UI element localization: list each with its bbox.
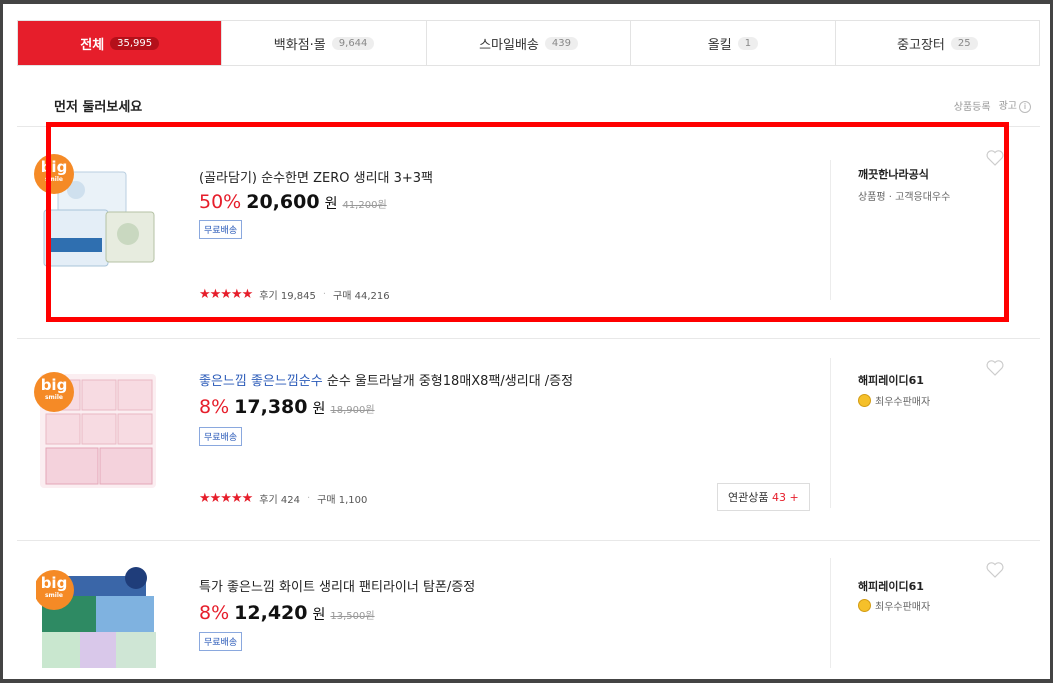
price-row: 50% 20,600 원 41,200원	[199, 191, 387, 213]
related-products-button[interactable]: 연관상품 43 +	[717, 483, 810, 511]
free-shipping-badge: 무료배송	[199, 632, 243, 651]
medal-icon	[858, 394, 871, 407]
tab-allkill[interactable]: 올킬 1	[631, 21, 836, 65]
big-smile-badge: big smile	[34, 372, 74, 412]
badge-text: big	[40, 376, 68, 394]
discount-rate: 8%	[199, 396, 230, 418]
seller-badge: 상품평 · 고객응대우수	[858, 188, 950, 203]
tab-label: 스마일배송	[479, 37, 539, 53]
free-shipping-badge: 무료배송	[199, 220, 243, 239]
separator-dot: ·	[322, 289, 327, 300]
big-smile-badge: big smile	[34, 154, 74, 194]
window-frame-left	[0, 0, 3, 683]
info-icon: i	[1019, 101, 1031, 113]
tab-label: 백화점·몰	[273, 37, 326, 53]
price-row: 8% 12,420 원 13,500원	[199, 602, 375, 624]
review-count[interactable]: 후기 424	[259, 491, 300, 506]
related-count: 43	[771, 491, 786, 504]
ad-label-text: 광고	[998, 101, 1017, 112]
category-tabs: 전체 35,995 백화점·몰 9,644 스마일배송 439 올킬 1 중고장…	[17, 20, 1040, 66]
title-highlight: 좋은느낌 좋은느낌순수	[199, 374, 323, 389]
seller-badge-text: 상품평 · 고객응대우수	[858, 192, 951, 203]
tab-count: 9,644	[331, 36, 375, 50]
sale-price: 12,420	[234, 602, 308, 624]
ad-label[interactable]: 광고 i	[999, 97, 1031, 113]
badge-subtext: smile	[44, 592, 63, 599]
seller-divider	[830, 358, 831, 508]
section-divider	[17, 126, 1040, 127]
original-price: 13,500원	[330, 611, 375, 622]
seller-badge: 최우수판매자	[858, 598, 930, 613]
plus-icon: +	[789, 491, 799, 504]
free-shipping-badge: 무료배송	[199, 427, 243, 446]
seller-badge: 최우수판매자	[858, 393, 930, 408]
purchase-count: 구매 1,100	[317, 495, 368, 506]
badge-text: big	[40, 574, 68, 592]
tab-smile-delivery[interactable]: 스마일배송 439	[426, 21, 632, 65]
price-row: 8% 17,380 원 18,900원	[199, 396, 375, 418]
seller-badge-text: 최우수판매자	[875, 602, 931, 613]
medal-icon	[858, 599, 871, 612]
discount-rate: 50%	[199, 191, 242, 213]
separator-dot: ·	[306, 493, 311, 504]
tab-count: 25	[950, 36, 978, 50]
product-title[interactable]: (골라담기) 순수한면 ZERO 생리대 3+3팩	[199, 167, 433, 186]
rating-row: ★★★★★ 후기 19,845 · 구매 44,216	[199, 287, 390, 302]
seller-name[interactable]: 깨끗한나라공식	[858, 166, 929, 182]
seller-divider	[830, 160, 831, 300]
tab-count: 1	[737, 36, 759, 50]
currency-unit: 원	[324, 196, 338, 212]
ad-links: 상품등록 광고 i	[954, 97, 1031, 113]
seller-badge-text: 최우수판매자	[875, 397, 931, 408]
tab-all[interactable]: 전체 35,995	[18, 21, 223, 65]
star-rating: ★★★★★	[199, 287, 253, 302]
seller-divider	[830, 558, 831, 668]
badge-text: big	[40, 158, 68, 176]
currency-unit: 원	[312, 607, 326, 623]
tab-count: 35,995	[110, 36, 160, 50]
item-divider	[17, 338, 1040, 339]
product-thumbnail[interactable]: big smile	[34, 150, 160, 274]
item-divider	[17, 540, 1040, 541]
sale-price: 17,380	[234, 396, 308, 418]
badge-subtext: smile	[44, 394, 63, 401]
seller-name[interactable]: 해피레이디61	[858, 372, 924, 388]
title-text: 순수 울트라날개 중형18매X8팩/생리대 /증정	[322, 374, 574, 389]
related-label: 연관상품	[728, 491, 769, 504]
original-price: 18,900원	[330, 405, 375, 416]
register-product-link[interactable]: 상품등록	[954, 98, 991, 113]
product-thumbnail[interactable]: big smile	[34, 368, 160, 492]
star-rating: ★★★★★	[199, 491, 253, 506]
tab-label: 전체	[80, 37, 105, 53]
discount-rate: 8%	[199, 602, 230, 624]
product-title[interactable]: 특가 좋은느낌 화이트 생리대 팬티라이너 탐폰/증정	[199, 576, 475, 595]
title-text: (골라담기) 순수한면 ZERO 생리대 3+3팩	[199, 171, 434, 186]
sale-price: 20,600	[246, 191, 320, 213]
original-price: 41,200원	[342, 200, 387, 211]
tab-department-mall[interactable]: 백화점·몰 9,644	[222, 21, 427, 65]
tab-label: 중고장터	[897, 37, 945, 53]
product-title[interactable]: 좋은느낌 좋은느낌순수 순수 울트라날개 중형18매X8팩/생리대 /증정	[199, 370, 573, 389]
currency-unit: 원	[312, 401, 326, 417]
window-frame-top	[0, 0, 1053, 4]
section-title: 먼저 둘러보세요	[54, 100, 143, 115]
rating-row: ★★★★★ 후기 424 · 구매 1,100	[199, 491, 367, 506]
tab-label: 올킬	[707, 37, 732, 53]
purchase-count: 구매 44,216	[333, 291, 390, 302]
title-text: 특가 좋은느낌 화이트 생리대 팬티라이너 탐폰/증정	[199, 580, 476, 595]
heart-icon[interactable]	[985, 358, 1005, 378]
heart-icon[interactable]	[985, 148, 1005, 168]
product-thumbnail[interactable]: big smile	[36, 566, 160, 668]
tab-count: 439	[544, 36, 578, 50]
highlight-box	[46, 122, 1009, 322]
window-frame-bottom	[0, 679, 1053, 683]
review-count[interactable]: 후기 19,845	[259, 287, 316, 302]
seller-name[interactable]: 해피레이디61	[858, 578, 924, 594]
tab-used-market[interactable]: 중고장터 25	[835, 21, 1040, 65]
heart-icon[interactable]	[985, 560, 1005, 580]
badge-subtext: smile	[44, 176, 63, 183]
